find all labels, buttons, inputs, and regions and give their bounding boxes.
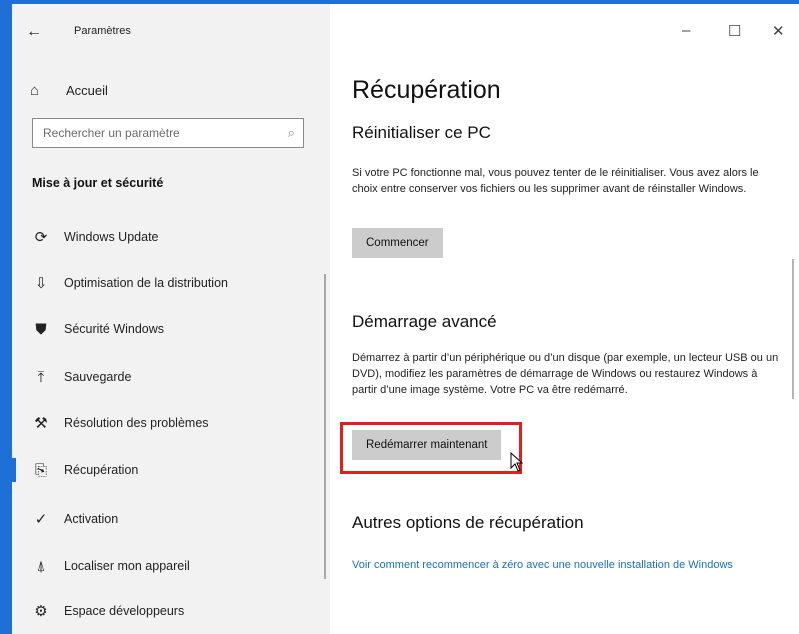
locate-icon: ⍋ <box>36 557 46 575</box>
sidebar-item-find-my-device[interactable]: ⍋ Localiser mon appareil <box>12 546 330 586</box>
restart-now-button[interactable]: Redémarrer maintenant <box>352 430 502 460</box>
sidebar-item-backup[interactable]: ⤒ Sauvegarde <box>12 357 330 397</box>
selected-indicator <box>12 458 16 482</box>
maximize-icon[interactable]: ☐ <box>728 22 741 40</box>
advanced-startup-heading: Démarrage avancé <box>352 312 497 331</box>
main-content: – ☐ ✕ Récupération Réinitialiser ce PC S… <box>330 4 799 634</box>
other-options-heading: Autres options de récupération <box>352 513 584 532</box>
accent-left-border <box>0 0 12 634</box>
sidebar-item-windows-security[interactable]: ⛊ Sécurité Windows <box>12 309 330 349</box>
minimize-icon[interactable]: – <box>682 22 690 39</box>
sidebar-item-recovery[interactable]: ⎘ Récupération <box>12 450 330 490</box>
developer-icon: ⚙ <box>34 603 48 620</box>
home-label: Accueil <box>66 82 108 98</box>
home-nav-item[interactable]: ⌂ Accueil <box>30 80 108 100</box>
search-input[interactable]: Rechercher un paramètre ⌕ <box>32 118 304 148</box>
shield-icon: ⛊ <box>35 320 47 338</box>
check-circle-icon: ✓ <box>34 511 48 528</box>
sidebar-item-troubleshoot[interactable]: ⚒ Résolution des problèmes <box>12 403 330 443</box>
close-icon[interactable]: ✕ <box>772 22 785 40</box>
reset-description: Si votre PC fonctionne mal, vous pouvez … <box>352 167 759 195</box>
backup-icon: ⤒ <box>37 368 45 386</box>
fresh-start-link[interactable]: Voir comment recommencer à zéro avec une… <box>352 557 782 574</box>
sidebar-item-label: Localiser mon appareil <box>64 559 190 573</box>
refresh-icon: ⟳ <box>34 229 48 246</box>
search-icon: ⌕ <box>287 125 295 140</box>
wrench-icon: ⚒ <box>34 415 48 432</box>
delivery-icon: ⇩ <box>34 275 48 292</box>
search-placeholder: Rechercher un paramètre <box>43 126 180 140</box>
settings-window: ← Paramètres ⌂ Accueil Rechercher un par… <box>12 4 799 634</box>
sidebar-item-label: Sauvegarde <box>64 370 132 384</box>
sidebar-item-label: Résolution des problèmes <box>64 416 209 430</box>
section-title: Mise à jour et sécurité <box>32 176 164 190</box>
advanced-startup-description: Démarrez à partir d’un périphérique ou d… <box>352 352 779 396</box>
reset-heading: Réinitialiser ce PC <box>352 123 491 142</box>
sidebar: ← Paramètres ⌂ Accueil Rechercher un par… <box>12 4 330 634</box>
sidebar-item-label: Optimisation de la distribution <box>64 276 228 290</box>
sidebar-item-label: Espace développeurs <box>64 604 185 618</box>
main-scrollbar[interactable] <box>792 259 794 399</box>
sidebar-item-windows-update[interactable]: ⟳ Windows Update <box>12 217 330 257</box>
sidebar-item-developers[interactable]: ⚙ Espace développeurs <box>12 591 330 631</box>
recovery-icon: ⎘ <box>34 461 47 479</box>
mouse-cursor-icon <box>510 452 524 472</box>
sidebar-item-label: Récupération <box>64 463 139 477</box>
app-title: Paramètres <box>74 25 131 37</box>
sidebar-item-label: Windows Update <box>64 230 159 244</box>
page-title: Récupération <box>352 76 501 104</box>
start-reset-button[interactable]: Commencer <box>352 228 443 258</box>
sidebar-item-activation[interactable]: ✓ Activation <box>12 499 330 539</box>
sidebar-item-delivery-optimization[interactable]: ⇩ Optimisation de la distribution <box>12 263 330 303</box>
back-arrow-icon[interactable]: ← <box>26 22 46 42</box>
sidebar-item-label: Activation <box>64 512 119 526</box>
sidebar-scrollbar[interactable] <box>324 274 326 579</box>
home-icon: ⌂ <box>30 81 40 99</box>
sidebar-item-label: Sécurité Windows <box>64 322 165 336</box>
